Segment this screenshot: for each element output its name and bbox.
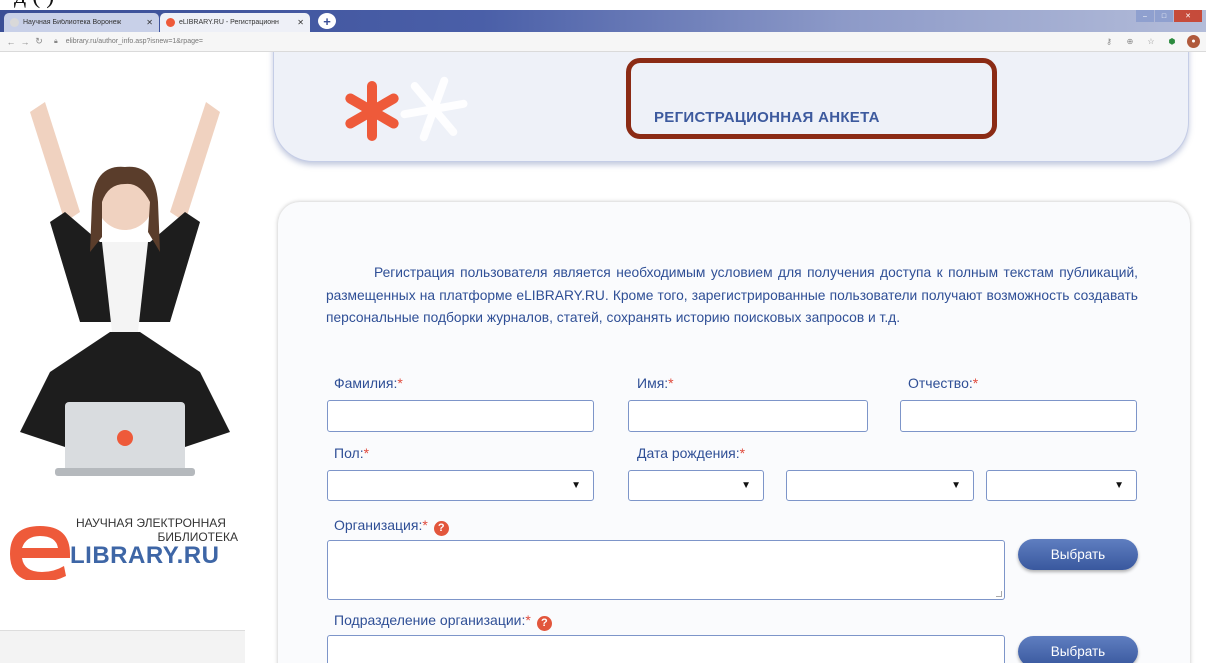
required-mark: * bbox=[397, 375, 403, 391]
address-bar: ← → ↻ 🔒︎ elibrary.ru/author_info.asp?isn… bbox=[0, 32, 1206, 52]
browser-tab-elibrary[interactable]: eLIBRARY.RU - Регистрационн ✕ bbox=[160, 13, 310, 32]
surname-label: Фамилия:* bbox=[334, 375, 403, 391]
help-icon[interactable]: ? bbox=[536, 616, 552, 631]
gender-label: Пол:* bbox=[334, 445, 370, 461]
elibrary-logo[interactable]: НАУЧНАЯ ЭЛЕКТРОННАЯ БИБЛИОТЕКА LIBRARY.R… bbox=[8, 512, 258, 582]
asterisk-logo-icon bbox=[345, 76, 468, 142]
birth-day-select[interactable]: ▼ bbox=[628, 470, 764, 501]
left-bottom-panel bbox=[0, 630, 245, 663]
key-icon[interactable]: ⚷ bbox=[1103, 36, 1115, 48]
forward-arrow-icon[interactable]: → bbox=[18, 37, 32, 47]
surname-input[interactable] bbox=[327, 400, 594, 432]
zoom-icon[interactable]: ⊕ bbox=[1124, 36, 1136, 48]
registration-form: Регистрация пользователя является необхо… bbox=[278, 202, 1190, 663]
birth-month-select[interactable]: ▼ bbox=[786, 470, 974, 501]
logo-wordmark: LIBRARY.RU bbox=[70, 542, 220, 569]
name-input[interactable] bbox=[628, 400, 868, 432]
tab-label: Научная Библиотека Воронеж bbox=[23, 19, 122, 26]
department-label: Подразделение организации:*? bbox=[334, 612, 552, 631]
highlight-frame bbox=[626, 58, 997, 139]
required-mark: * bbox=[668, 375, 674, 391]
url-field[interactable]: elibrary.ru/author_info.asp?isnew=1&rpag… bbox=[66, 38, 203, 45]
browser-tab-library[interactable]: Научная Библиотека Воронеж ✕ bbox=[4, 13, 159, 32]
close-icon[interactable]: ✕ bbox=[297, 18, 304, 27]
required-mark: * bbox=[422, 517, 428, 533]
shield-icon[interactable]: ⬢ bbox=[1166, 36, 1178, 48]
chevron-down-icon: ▼ bbox=[951, 480, 961, 491]
required-mark: * bbox=[739, 445, 746, 461]
avatar[interactable]: ● bbox=[1187, 35, 1200, 48]
department-textarea[interactable] bbox=[327, 635, 1005, 663]
required-mark: * bbox=[363, 445, 370, 461]
birthdate-label: Дата рождения:* bbox=[637, 445, 746, 461]
logo-text-line1: НАУЧНАЯ ЭЛЕКТРОННАЯ bbox=[76, 516, 226, 530]
page-content: НАУЧНАЯ ЭЛЕКТРОННАЯ БИБЛИОТЕКА LIBRARY.R… bbox=[0, 52, 1206, 663]
choose-department-button[interactable]: Выбрать bbox=[1018, 636, 1138, 663]
extension-icons: ⚷ ⊕ ☆ ⬢ ● bbox=[1103, 35, 1200, 48]
left-panel: НАУЧНАЯ ЭЛЕКТРОННАЯ БИБЛИОТЕКА LIBRARY.R… bbox=[0, 52, 260, 663]
elibrary-e-icon bbox=[10, 526, 70, 580]
patronymic-input[interactable] bbox=[900, 400, 1137, 432]
window-controls: – □ ✕ bbox=[1136, 10, 1202, 24]
organization-textarea[interactable] bbox=[327, 540, 1005, 600]
close-icon[interactable]: ✕ bbox=[146, 18, 153, 27]
reload-icon[interactable]: ↻ bbox=[32, 36, 46, 47]
gender-select[interactable]: ▼ bbox=[327, 470, 594, 501]
required-mark: * bbox=[972, 375, 979, 391]
maximize-icon[interactable]: □ bbox=[1155, 10, 1173, 22]
help-icon[interactable]: ? bbox=[433, 521, 449, 536]
lock-icon: 🔒︎ bbox=[54, 37, 58, 45]
close-window-icon[interactable]: ✕ bbox=[1174, 10, 1202, 22]
star-icon[interactable]: ☆ bbox=[1145, 36, 1157, 48]
chevron-down-icon: ▼ bbox=[1114, 480, 1124, 491]
name-label: Имя:* bbox=[637, 375, 674, 391]
promo-illustration bbox=[20, 102, 230, 476]
browser-tabbar: Научная Библиотека Воронеж ✕ eLIBRARY.RU… bbox=[0, 10, 1206, 32]
elibrary-favicon-icon bbox=[166, 18, 175, 27]
tab-label: eLIBRARY.RU - Регистрационн bbox=[179, 19, 279, 26]
patronymic-label: Отчество:* bbox=[908, 375, 979, 391]
new-tab-button[interactable]: + bbox=[318, 13, 336, 29]
choose-organization-button[interactable]: Выбрать bbox=[1018, 539, 1138, 570]
caption-text: д ( ) bbox=[14, 0, 54, 10]
birth-year-select[interactable]: ▼ bbox=[986, 470, 1137, 501]
back-arrow-icon[interactable]: ← bbox=[4, 37, 18, 47]
minimize-icon[interactable]: – bbox=[1136, 10, 1154, 22]
required-mark: * bbox=[525, 612, 531, 628]
chevron-down-icon: ▼ bbox=[741, 480, 751, 491]
chevron-down-icon: ▼ bbox=[571, 480, 581, 491]
intro-paragraph: Регистрация пользователя является необхо… bbox=[326, 265, 1138, 325]
organization-label: Организация:*? bbox=[334, 517, 449, 536]
caption-strip: д ( ) bbox=[0, 0, 1206, 10]
resize-grip-icon[interactable] bbox=[996, 591, 1002, 597]
page-icon bbox=[10, 18, 19, 27]
